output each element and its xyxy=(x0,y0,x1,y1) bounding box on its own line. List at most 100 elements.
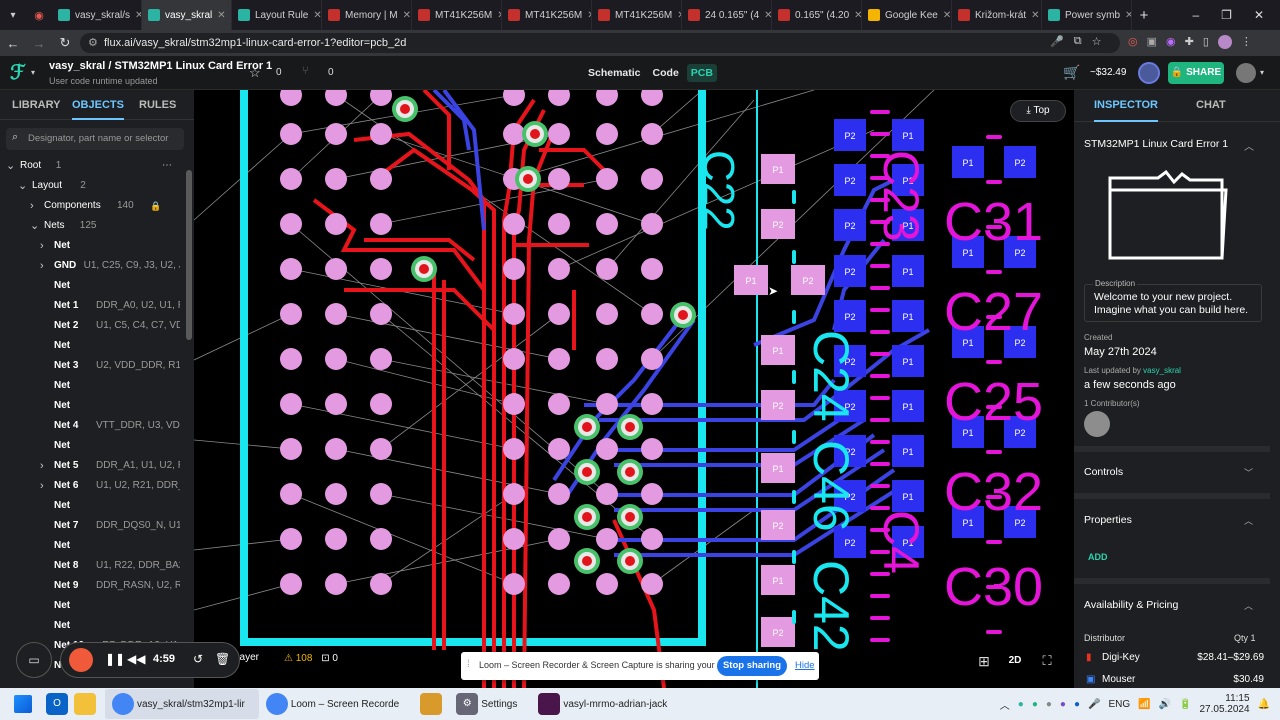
bga-pad[interactable] xyxy=(641,393,663,415)
bga-pad[interactable] xyxy=(370,213,392,235)
bga-pad[interactable] xyxy=(370,303,392,325)
close-tab-icon[interactable]: ✕ xyxy=(1031,10,1039,21)
site-info-icon[interactable]: ⚙ xyxy=(88,33,98,53)
add-property-button[interactable]: ADD xyxy=(1088,552,1108,562)
bga-pad[interactable] xyxy=(548,123,570,145)
chevron-right-icon[interactable]: › xyxy=(40,456,44,476)
bga-pad[interactable] xyxy=(641,573,663,595)
bga-pad[interactable] xyxy=(325,438,347,460)
bga-pad[interactable] xyxy=(370,258,392,280)
bookmark-star-icon[interactable]: ☆ xyxy=(1092,35,1102,48)
grid-button[interactable]: ⊞ xyxy=(973,650,995,672)
bga-pad[interactable] xyxy=(641,438,663,460)
bga-pad[interactable] xyxy=(548,528,570,550)
close-tab-icon[interactable]: ✕ xyxy=(403,10,411,21)
browser-tab[interactable]: Power symb ✕ xyxy=(1042,0,1132,30)
tray-app-icon[interactable]: ● xyxy=(1074,699,1080,710)
bga-pad[interactable] xyxy=(370,168,392,190)
minimize-icon[interactable]: – xyxy=(1192,8,1199,22)
bga-pad[interactable] xyxy=(325,393,347,415)
tree-item[interactable]: › Net 6 U1, U2, R21, DDR_BA1 xyxy=(0,476,180,496)
bga-pad[interactable] xyxy=(370,483,392,505)
tree-item[interactable]: Net xyxy=(0,336,180,356)
bga-pad[interactable] xyxy=(548,438,570,460)
distributor-row[interactable]: ▣ Mouser $30.49 xyxy=(1074,670,1280,688)
bga-pad[interactable] xyxy=(596,573,618,595)
tray-app-icon[interactable]: ● xyxy=(1046,699,1052,710)
bga-pad[interactable] xyxy=(641,303,663,325)
browser-tab[interactable]: Križom-krát ✕ xyxy=(952,0,1042,30)
tree-item[interactable]: Net xyxy=(0,396,180,416)
cart-icon[interactable]: 🛒 xyxy=(1063,64,1080,81)
bga-pad[interactable] xyxy=(503,123,525,145)
bga-pad[interactable] xyxy=(280,123,302,145)
chevron-right-icon[interactable]: › xyxy=(40,256,44,276)
chevron-down-icon[interactable]: ⌄ xyxy=(6,156,15,176)
bga-pad[interactable] xyxy=(280,303,302,325)
bga-pad[interactable] xyxy=(641,348,663,370)
chevron-down-icon[interactable]: ⌄ xyxy=(18,176,27,196)
bga-pad[interactable] xyxy=(548,573,570,595)
distributor-row[interactable]: ▮ Digi-Key $28.41–$29.69 xyxy=(1074,648,1280,670)
bga-pad[interactable] xyxy=(596,123,618,145)
bga-pad[interactable] xyxy=(370,90,392,106)
fullscreen-button[interactable]: ⛶ xyxy=(1036,650,1058,672)
tree-item[interactable]: › Components 140 🔒 xyxy=(0,196,180,216)
component-designator[interactable]: C25 xyxy=(944,372,1043,432)
availability-section[interactable]: Availability & Pricing ︿ xyxy=(1074,593,1270,617)
browser-tab[interactable]: vasy_skral/s ✕ xyxy=(52,0,142,30)
bga-pad[interactable] xyxy=(641,90,663,106)
more-options-icon[interactable]: ⋯ xyxy=(162,156,172,176)
tab-chat[interactable]: CHAT xyxy=(1196,90,1226,122)
bga-pad[interactable] xyxy=(325,213,347,235)
bga-pad[interactable] xyxy=(325,573,347,595)
component-designator[interactable]: C24 xyxy=(803,330,859,422)
tray-app-icon[interactable]: ● xyxy=(1060,699,1066,710)
bga-pad[interactable] xyxy=(280,573,302,595)
bga-pad[interactable] xyxy=(503,438,525,460)
taskbar-item[interactable]: ⚙ Settings xyxy=(449,689,531,719)
tray-app-icon[interactable]: ● xyxy=(1018,699,1024,710)
warnings-indicator[interactable]: ⚠ 108 ⊡ 0 xyxy=(284,648,354,670)
bga-pad[interactable] xyxy=(548,303,570,325)
flux-logo[interactable]: ℱ xyxy=(10,62,32,84)
tree-item[interactable]: ⌄ Nets 125 xyxy=(0,216,180,236)
properties-section[interactable]: Properties ︿ xyxy=(1074,508,1270,532)
bga-pad[interactable] xyxy=(641,213,663,235)
language-indicator[interactable]: ENG xyxy=(1108,699,1130,710)
tree-item[interactable]: Net 4 VTT_DDR, U3, VDD, ... xyxy=(0,416,180,436)
pcb-canvas[interactable]: P1 P2 P1 P2 P1 P2 P1 P2 P1 P2 P2 P1 P2 P1 P2 P1 P2 P1 P2 P1… xyxy=(194,90,1074,688)
tree-item[interactable]: ⌄ Layout 2 xyxy=(0,176,180,196)
bga-pad[interactable] xyxy=(548,168,570,190)
component-designator[interactable]: C42 xyxy=(803,560,859,652)
outlook-icon[interactable]: O xyxy=(46,693,68,715)
restore-icon[interactable]: ❐ xyxy=(1221,8,1232,22)
close-window-icon[interactable]: ✕ xyxy=(1254,8,1264,22)
clock[interactable]: 11:15 27.05.2024 xyxy=(1199,693,1249,715)
bga-pad[interactable] xyxy=(596,438,618,460)
reload-icon[interactable]: ↻ xyxy=(52,35,78,51)
bga-pad[interactable] xyxy=(596,168,618,190)
extension-icon[interactable]: ◎ xyxy=(1128,35,1138,49)
close-tab-icon[interactable]: ✕ xyxy=(1125,10,1131,21)
star-icon[interactable]: ☆ xyxy=(249,65,261,81)
bga-pad[interactable] xyxy=(596,213,618,235)
browser-tab[interactable]: Google Kee ✕ xyxy=(862,0,952,30)
bga-pad[interactable] xyxy=(596,258,618,280)
browser-tab[interactable]: MT41K256M✕ xyxy=(412,0,502,30)
tree-scrollbar[interactable] xyxy=(186,170,192,340)
component-designator[interactable]: C30 xyxy=(944,557,1043,617)
component-designator[interactable]: C46 xyxy=(803,440,859,532)
close-tab-icon[interactable]: ✕ xyxy=(217,10,225,21)
bga-pad[interactable] xyxy=(325,483,347,505)
back-icon[interactable]: ← xyxy=(0,36,26,51)
mode-schematic-button[interactable]: Schematic xyxy=(584,64,645,82)
forward-icon[interactable]: → xyxy=(26,36,52,51)
bga-pad[interactable] xyxy=(548,393,570,415)
chevron-right-icon[interactable]: › xyxy=(40,236,44,256)
logo-menu-chevron[interactable]: ▾ xyxy=(31,68,35,77)
bga-pad[interactable] xyxy=(280,528,302,550)
tree-item[interactable]: Net 3 U2, VDD_DDR, R12, ... xyxy=(0,356,180,376)
tray-app-icon[interactable]: ● xyxy=(1032,699,1038,710)
controls-section[interactable]: Controls ﹀ xyxy=(1074,460,1270,484)
